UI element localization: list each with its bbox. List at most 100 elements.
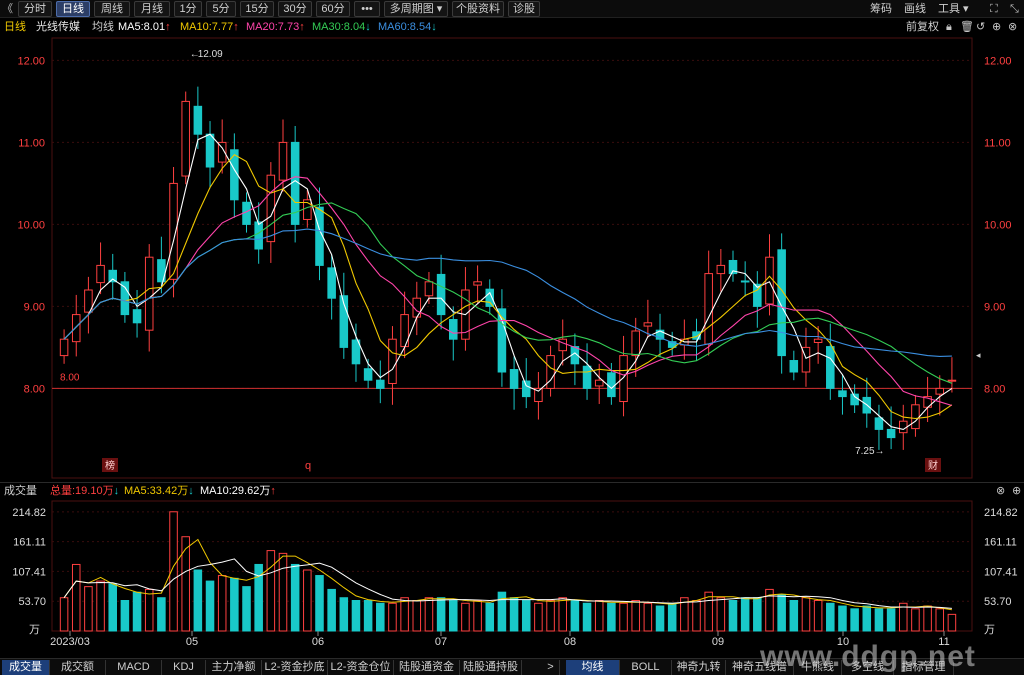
volume-bar	[193, 569, 203, 632]
volume-ma10: MA10:29.62万↑	[200, 485, 276, 497]
overlay-tab-1[interactable]: BOLL	[620, 660, 672, 675]
volume-tick-left: 107.41	[12, 566, 46, 578]
add-icon[interactable]: ⊕	[992, 19, 1001, 36]
candle-body	[327, 267, 336, 299]
tab-60min[interactable]: 60分	[316, 1, 350, 17]
volume-tick-right: 214.82	[984, 507, 1018, 519]
volume-close-icon[interactable]: ⊗	[996, 483, 1005, 500]
volume-bar	[801, 597, 811, 632]
marker-q[interactable]: q	[305, 460, 311, 472]
candle-body	[254, 221, 263, 250]
volume-bar	[777, 594, 786, 632]
volume-bar	[813, 600, 823, 632]
watermark-text: www.ddgp.net	[760, 640, 976, 673]
indicator-tab-4[interactable]: 主力净额	[206, 660, 262, 675]
tab-weekly[interactable]: 周线	[94, 1, 130, 17]
volume-tick-right: 107.41	[984, 566, 1018, 578]
fullscreen-icon[interactable]: ⛶	[990, 1, 998, 17]
more-indicators-button[interactable]: >	[542, 660, 560, 675]
volume-bar	[242, 586, 251, 632]
marker-cai[interactable]: 财	[928, 459, 938, 472]
tab-multi-period[interactable]: 多周期图 ▾	[384, 1, 448, 17]
tab-monthly[interactable]: 月线	[134, 1, 170, 17]
indicator-tab-6[interactable]: L2-资金仓位	[328, 660, 394, 675]
volume-bar	[546, 600, 555, 632]
candle-body	[874, 417, 884, 430]
volume-bar	[607, 602, 616, 632]
tab-more[interactable]: •••	[354, 1, 380, 17]
indicator-tab-5[interactable]: L2-资金抄底	[262, 660, 328, 675]
candle-body	[813, 338, 823, 343]
candle-body	[899, 420, 908, 434]
volume-bar	[144, 588, 154, 632]
candle-body	[193, 105, 203, 135]
lock-icon[interactable]: 🔒︎	[946, 19, 952, 36]
indicator-tab-2[interactable]: MACD	[106, 660, 162, 675]
candle-body	[96, 264, 105, 284]
volume-bar	[947, 613, 957, 632]
indicator-tab-3[interactable]: KDJ	[162, 660, 206, 675]
volume-add-icon[interactable]: ⊕	[1012, 483, 1021, 500]
candle-body	[376, 379, 385, 389]
candle-body	[388, 338, 397, 384]
indicator-tab-7[interactable]: 陆股通资金	[394, 660, 460, 675]
chips-button[interactable]: 筹码	[870, 1, 892, 17]
overlay-tab-0[interactable]: 均线	[566, 660, 620, 675]
price-tick-left: 9.00	[24, 301, 45, 313]
back-icon[interactable]: 《	[2, 1, 13, 17]
candle-body	[582, 365, 592, 389]
tab-30min[interactable]: 30分	[278, 1, 312, 17]
volume-tick-right: 53.70	[984, 596, 1012, 608]
volume-bar	[789, 600, 799, 632]
overlay-tab-2[interactable]: 神奇九转	[672, 660, 726, 675]
tab-intraday[interactable]: 分时	[18, 1, 52, 17]
volume-bar	[266, 550, 276, 632]
tab-daily[interactable]: 日线	[56, 1, 90, 17]
undo-icon[interactable]: ↺	[976, 19, 985, 36]
delete-icon[interactable]: 🗑︎	[960, 19, 974, 36]
period-label: 日线	[4, 21, 26, 33]
candle-body	[132, 309, 142, 324]
price-chart[interactable]: 12.00 12.00 11.00 11.00 10.00 10.00 9.00 9.00 8.…	[0, 36, 1024, 482]
close-icon[interactable]: ⊗	[1008, 19, 1017, 36]
volume-bar	[412, 600, 422, 632]
reference-label: 8.00	[60, 372, 80, 383]
volume-bar	[850, 608, 859, 632]
volume-chart[interactable]: 214.82 214.82 161.11 161.11 107.41 107.41 53.7…	[0, 499, 1024, 658]
volume-bar	[327, 588, 336, 632]
tab-stock-profile[interactable]: 个股资料	[452, 1, 504, 17]
candle-body	[509, 369, 519, 389]
tab-5min[interactable]: 5分	[206, 1, 236, 17]
tab-diagnosis[interactable]: 诊股	[508, 1, 540, 17]
price-tick-left: 10.00	[17, 219, 45, 231]
x-tick-label: 2023/03	[50, 636, 90, 648]
tab-15min[interactable]: 15分	[240, 1, 274, 17]
candle-body	[278, 141, 288, 181]
tools-menu[interactable]: 工具 ▾	[938, 1, 969, 17]
adjust-mode[interactable]: 前复权	[906, 19, 939, 36]
ma-label[interactable]: 均线	[92, 19, 114, 36]
candle-body	[497, 308, 507, 373]
volume-bar	[655, 605, 665, 632]
volume-bar	[376, 602, 385, 632]
volume-bar	[181, 536, 190, 632]
volume-bar	[558, 597, 568, 632]
volume-bar	[826, 602, 835, 632]
tab-1min[interactable]: 1分	[174, 1, 202, 17]
indicator-tab-1[interactable]: 成交额	[50, 660, 106, 675]
marker-bang[interactable]: 榜	[105, 459, 115, 472]
volume-bar	[667, 602, 677, 632]
volume-bar	[449, 600, 458, 632]
x-tick-label: 09	[712, 636, 724, 648]
volume-tick-right: 161.11	[984, 537, 1017, 549]
collapse-icon[interactable]: ⤡	[1010, 1, 1019, 17]
ma5-value: MA5:8.01↑	[118, 21, 171, 33]
indicator-tab-8[interactable]: 陆股通持股	[460, 660, 522, 675]
candle-body	[631, 330, 640, 357]
candle-body	[886, 428, 896, 439]
stock-name[interactable]: 光线传媒	[36, 19, 80, 36]
indicator-tab-0[interactable]: 成交量	[2, 660, 50, 675]
draw-line-button[interactable]: 画线	[904, 1, 926, 17]
volume-bar	[96, 580, 105, 632]
volume-unit-right: 万	[984, 624, 995, 636]
